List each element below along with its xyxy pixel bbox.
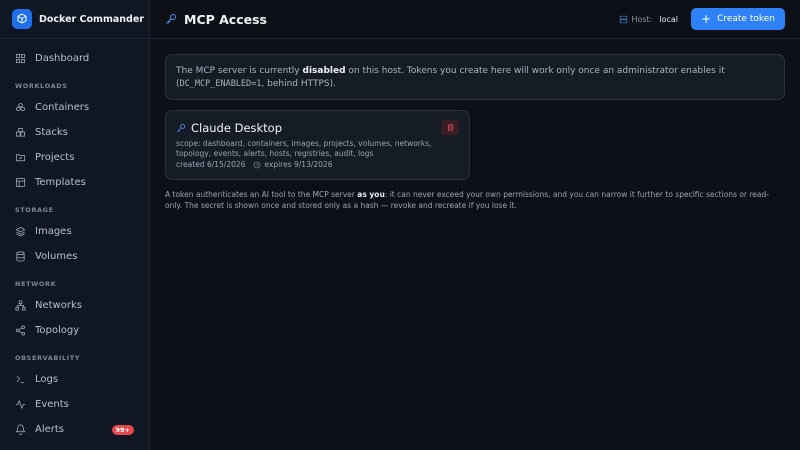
sidebar-item-images[interactable]: Images	[0, 219, 149, 244]
notice-status: disabled	[302, 66, 346, 76]
footnote-text: A token authenticates an AI tool to the …	[165, 190, 358, 199]
notice-env-var: DC_MCP_ENABLED=1	[179, 79, 262, 89]
sidebar-item-label: Logs	[35, 374, 59, 385]
topbar: MCP Access Host: local + Create token	[150, 0, 800, 39]
section-label-storage: STORAGE	[15, 206, 54, 214]
brand[interactable]: Docker Commander	[0, 0, 149, 39]
layers-stack-icon	[15, 226, 26, 237]
sidebar-item-label: Stacks	[35, 127, 68, 138]
token-expires: expires 9/13/2026	[264, 160, 333, 169]
sidebar-item-networks[interactable]: Networks	[0, 293, 149, 318]
token-meta: created 6/15/2026 expires 9/13/2026	[176, 160, 459, 169]
topbar-right: Host: local + Create token	[619, 8, 785, 30]
sidebar: Docker Commander Dashboard WORKLOADS Con…	[0, 0, 150, 450]
sidebar-item-label: Topology	[35, 325, 80, 336]
sidebar-item-stacks[interactable]: Stacks	[0, 120, 149, 145]
page-title-text: MCP Access	[184, 11, 267, 27]
sidebar-item-templates[interactable]: Templates	[0, 170, 149, 195]
sidebar-item-label: Images	[35, 226, 72, 237]
sidebar-item-label: Events	[35, 399, 69, 410]
delete-token-button[interactable]	[441, 120, 459, 135]
content: The MCP server is currently disabled on …	[150, 39, 800, 226]
template-icon	[16, 178, 25, 187]
key-icon	[176, 123, 186, 133]
sidebar-item-containers[interactable]: Containers	[0, 95, 149, 120]
mcp-disabled-notice: The MCP server is currently disabled on …	[165, 54, 785, 100]
app-name: Docker Commander	[39, 13, 144, 25]
token-card: Claude Desktop scope: dashboard, contain…	[165, 110, 470, 180]
sidebar-item-label: Volumes	[35, 251, 78, 262]
sidebar-item-label: Dashboard	[35, 53, 90, 64]
sidebar-item-label: Projects	[35, 152, 75, 163]
layers-icon	[16, 128, 25, 137]
token-created: created 6/15/2026	[176, 160, 246, 169]
sidebar-item-topology[interactable]: Topology	[0, 318, 149, 343]
host-indicator[interactable]: Host: local	[619, 15, 678, 24]
sidebar-item-events[interactable]: Events	[0, 392, 149, 417]
sidebar-item-alerts[interactable]: Alerts 99+	[0, 417, 149, 442]
terminal-icon	[16, 376, 25, 384]
host-label: Host:	[631, 14, 653, 24]
sidebar-item-logs[interactable]: Logs	[0, 367, 149, 392]
section-label-network: NETWORK	[15, 280, 57, 288]
section-label-observability: OBSERVABILITY	[15, 354, 81, 362]
sidebar-item-projects[interactable]: Projects	[0, 145, 149, 170]
database-icon	[16, 251, 25, 262]
docker-logo-icon	[12, 9, 32, 29]
token-expiry: expires 9/13/2026	[253, 160, 332, 169]
grid-icon	[16, 54, 25, 63]
create-token-label: Create token	[717, 14, 775, 24]
share-icon	[16, 325, 25, 336]
sidebar-nav: Dashboard WORKLOADS Containers Stacks Pr…	[0, 39, 149, 442]
create-token-button[interactable]: + Create token	[691, 8, 785, 30]
token-scope: scope: dashboard, containers, images, pr…	[176, 139, 432, 158]
activity-icon	[15, 399, 26, 410]
plus-icon: +	[701, 12, 712, 26]
sidebar-item-label: Templates	[35, 177, 86, 188]
footnote-emphasis: as you	[357, 190, 385, 199]
notice-text: The MCP server is currently	[176, 66, 303, 76]
folder-icon	[16, 154, 25, 162]
sidebar-item-label: Alerts	[35, 424, 65, 435]
section-label-workloads: WORKLOADS	[15, 82, 68, 90]
server-icon	[620, 15, 628, 23]
trash-icon	[447, 124, 453, 132]
sidebar-item-label: Containers	[35, 102, 90, 113]
sidebar-item-label: Networks	[35, 300, 82, 311]
notice-text-suffix: , behind HTTPS).	[261, 79, 336, 89]
network-icon	[15, 300, 26, 311]
sidebar-item-dashboard[interactable]: Dashboard	[0, 46, 149, 71]
page-title: MCP Access	[165, 12, 267, 27]
host-value: local	[659, 14, 678, 24]
main-area: MCP Access Host: local + Create token Th…	[150, 0, 800, 450]
clock-icon	[254, 161, 261, 168]
token-name: Claude Desktop	[191, 121, 283, 135]
bell-icon	[15, 424, 26, 435]
token-header: Claude Desktop	[176, 121, 459, 135]
token-explanation: A token authenticates an AI tool to the …	[165, 190, 785, 211]
key-icon	[166, 14, 176, 24]
sidebar-item-volumes[interactable]: Volumes	[0, 244, 149, 269]
alerts-count-badge: 99+	[111, 424, 134, 435]
boxes-icon	[16, 102, 25, 112]
